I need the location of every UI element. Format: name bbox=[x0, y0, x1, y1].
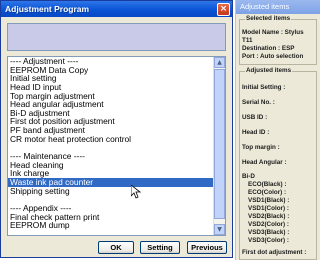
ok-button[interactable]: OK bbox=[98, 241, 134, 254]
scroll-thumb[interactable] bbox=[214, 69, 225, 219]
scroll-up-arrow-icon[interactable]: ▲ bbox=[214, 57, 225, 68]
adjusted-items-legend: Adjusted items bbox=[245, 67, 293, 74]
bid-row: ECO(Color) : bbox=[248, 189, 287, 196]
adjusted-items-panel: Adjusted items Selected items Model Name… bbox=[235, 0, 320, 260]
bid-row: VSD2(Color) : bbox=[248, 221, 289, 228]
selected-items-legend: Selected items bbox=[245, 15, 292, 22]
bid-row: ECO(Black) : bbox=[248, 181, 287, 188]
list-items: ---- Adjustment ---- EEPROM Data Copy In… bbox=[8, 57, 213, 235]
destination: Destination : ESP bbox=[242, 45, 295, 52]
dialog-title: Adjustment Program bbox=[5, 4, 90, 14]
adjustment-program-dialog: Adjustment Program × ---- Adjustment ---… bbox=[0, 0, 233, 258]
first-dot-value: First dot adjustment : bbox=[242, 249, 307, 256]
usb-id-value: USB ID : bbox=[242, 114, 268, 121]
serial-no-value: Serial No. : bbox=[242, 99, 275, 106]
model-name: Model Name : Stylus bbox=[242, 29, 304, 36]
dialog-titlebar[interactable]: Adjustment Program × bbox=[1, 1, 232, 17]
model-name-cont: T11 bbox=[242, 37, 253, 44]
bid-row: VSD1(Black) : bbox=[248, 197, 290, 204]
list-item-eeprom-dump[interactable]: EEPROM dump bbox=[8, 221, 213, 230]
bid-row: VSD1(Color) : bbox=[248, 205, 289, 212]
list-item-shipping-setting[interactable]: Shipping setting bbox=[8, 186, 213, 196]
setting-button[interactable]: Setting bbox=[140, 241, 180, 254]
screen: Adjustment Program × ---- Adjustment ---… bbox=[0, 0, 320, 260]
panel-title: Adjusted items bbox=[236, 0, 320, 14]
scroll-down-arrow-icon[interactable]: ▼ bbox=[214, 224, 225, 235]
top-margin-value: Top margin : bbox=[242, 144, 280, 151]
info-display-box bbox=[7, 23, 226, 51]
head-id-value: Head ID : bbox=[242, 129, 270, 136]
close-icon[interactable]: × bbox=[217, 2, 230, 16]
bid-heading: Bi-D bbox=[242, 173, 255, 180]
port: Port : Auto selection bbox=[242, 53, 304, 60]
list-item-cr-motor-heat[interactable]: CR motor heat protection control bbox=[8, 135, 213, 144]
bid-row: VSD3(Black) : bbox=[248, 229, 290, 236]
previous-button[interactable]: Previous bbox=[187, 241, 227, 254]
dialog-buttons: OK Setting Previous bbox=[1, 241, 234, 255]
program-listbox[interactable]: ---- Adjustment ---- EEPROM Data Copy In… bbox=[7, 56, 226, 236]
initial-setting-value: Initial Setting : bbox=[242, 84, 286, 91]
list-scrollbar[interactable]: ▲ ▼ bbox=[213, 57, 225, 235]
bid-row: VSD3(Color) : bbox=[248, 237, 289, 244]
head-angular-value: Head Angular : bbox=[242, 159, 287, 166]
mouse-pointer-icon bbox=[131, 185, 141, 199]
bid-row: VSD2(Black) : bbox=[248, 213, 290, 220]
